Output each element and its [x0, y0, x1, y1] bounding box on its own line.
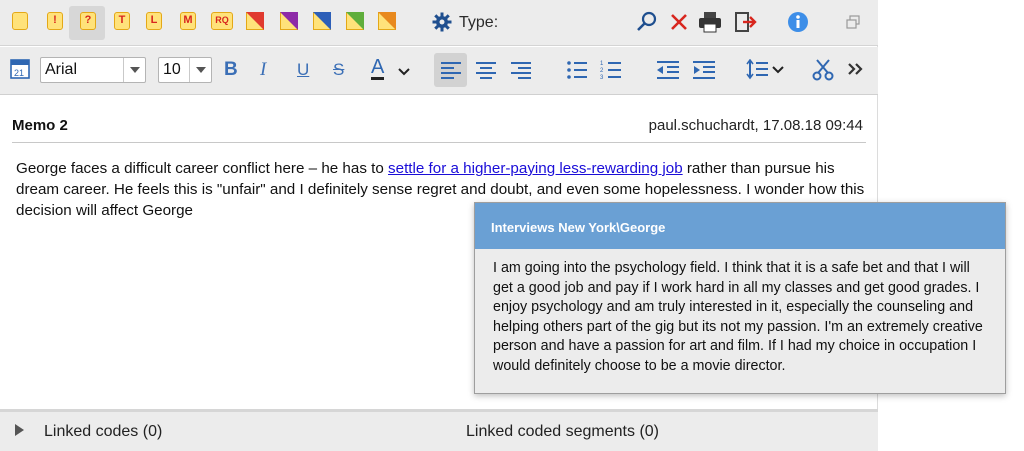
memo-exclamation-icon[interactable]: ! — [47, 12, 63, 30]
text-color-button[interactable]: A — [371, 57, 385, 80]
bold-button[interactable]: B — [224, 59, 238, 81]
restore-window-icon[interactable] — [846, 15, 860, 29]
memo-red-icon[interactable] — [246, 12, 264, 30]
underline-button[interactable]: U — [297, 60, 309, 80]
chevron-down-icon[interactable] — [189, 58, 211, 82]
calendar-icon[interactable]: 21 — [10, 57, 30, 79]
info-icon[interactable] — [787, 11, 809, 33]
memo-m-icon[interactable]: M — [180, 12, 196, 30]
memo-t-icon[interactable]: T — [114, 12, 130, 30]
line-spacing-icon[interactable] — [746, 59, 786, 81]
font-size-value: 10 — [163, 61, 181, 78]
increase-indent-icon[interactable] — [692, 60, 716, 80]
chevron-down-icon[interactable] — [123, 58, 145, 82]
memo-orange-icon[interactable] — [378, 12, 396, 30]
expand-triangle-icon[interactable] — [15, 424, 24, 436]
tooltip-segment-text: I am going into the psychology field. I … — [493, 260, 983, 374]
align-right-icon[interactable] — [510, 60, 532, 80]
type-label: Type: — [459, 14, 499, 31]
svg-text:1: 1 — [600, 61, 604, 67]
chevron-down-icon[interactable] — [397, 67, 411, 76]
memo-author-date: paul.schuchardt, 17.08.18 09:44 — [648, 117, 863, 134]
delete-icon[interactable] — [670, 13, 688, 31]
memo-l-icon[interactable]: L — [146, 12, 162, 30]
decrease-indent-icon[interactable] — [656, 60, 680, 80]
bullet-list-icon[interactable] — [566, 60, 588, 80]
memo-plain-icon[interactable] — [12, 12, 28, 30]
align-left-icon[interactable] — [440, 60, 462, 80]
align-center-icon[interactable] — [475, 60, 497, 80]
font-family-value: Arial — [45, 61, 78, 78]
tooltip-header: Interviews New York\George — [475, 203, 1005, 249]
search-icon[interactable] — [636, 11, 658, 33]
memo-type-toolbar: ! ? T L M RQ Type: — [0, 0, 878, 46]
memo-green-icon[interactable] — [346, 12, 364, 30]
svg-text:2: 2 — [600, 68, 604, 74]
strikethrough-button[interactable]: S — [333, 60, 344, 80]
linked-codes-label[interactable]: Linked codes (0) — [44, 423, 162, 441]
font-family-select[interactable]: Arial — [40, 57, 146, 83]
numbered-list-icon[interactable]: 123 — [600, 60, 622, 80]
memo-segment-link[interactable]: settle for a higher-paying less-rewardin… — [388, 160, 683, 177]
memo-text-start: George faces a difficult career conflict… — [16, 160, 389, 177]
font-size-select[interactable]: 10 — [158, 57, 212, 83]
linked-coded-segments-label[interactable]: Linked coded segments (0) — [466, 423, 659, 441]
export-icon[interactable] — [735, 12, 757, 32]
italic-button[interactable]: I — [260, 59, 266, 81]
divider — [12, 142, 866, 143]
print-icon[interactable] — [698, 11, 722, 33]
memo-blue-icon[interactable] — [313, 12, 331, 30]
segment-preview-tooltip: Interviews New York\George I am going in… — [474, 202, 1006, 394]
memo-rq-icon[interactable]: RQ — [211, 12, 233, 30]
format-toolbar: 21 Arial 10 B I U S A 1 2 3 — [0, 47, 878, 95]
svg-text:21: 21 — [14, 68, 24, 78]
memo-purple-icon[interactable] — [280, 12, 298, 30]
linked-items-bar: Linked codes (0) Linked coded segments (… — [0, 409, 878, 451]
svg-text:3: 3 — [600, 75, 604, 80]
memo-question-icon[interactable]: ? — [80, 12, 96, 30]
gear-icon[interactable] — [432, 12, 452, 32]
tooltip-document-title: Interviews New York\George — [491, 220, 666, 235]
more-tools-icon[interactable] — [847, 62, 865, 76]
scissors-icon[interactable] — [812, 59, 834, 81]
memo-title: Memo 2 — [12, 117, 68, 134]
